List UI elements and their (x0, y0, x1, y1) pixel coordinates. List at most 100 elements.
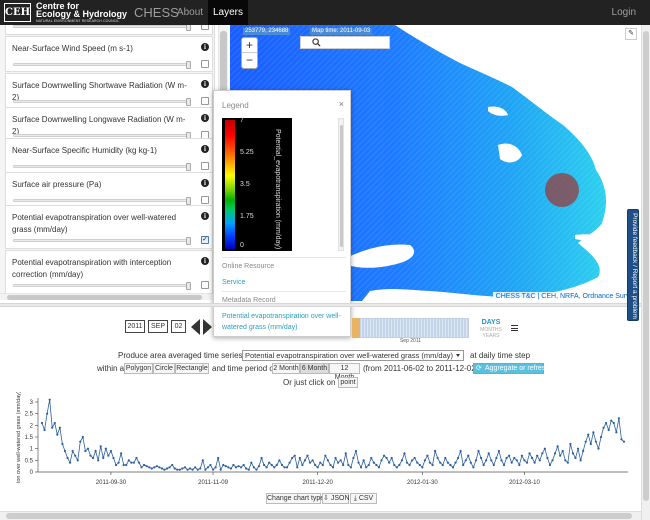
scale-years[interactable]: YEARS (480, 333, 502, 339)
opacity-slider[interactable] (13, 25, 191, 31)
y-tick-label: 0 (30, 470, 34, 476)
panel-splitter[interactable] (0, 303, 650, 307)
sidebar-hscrollbar[interactable] (0, 293, 230, 300)
slider-handle[interactable] (186, 282, 191, 290)
opacity-slider[interactable] (13, 163, 191, 171)
click-point-text: Or just click on a (283, 378, 343, 387)
layer-checkbox[interactable] (201, 60, 209, 68)
menu-icon[interactable] (511, 325, 518, 331)
logo-line2: Ecology & Hydrology (36, 9, 128, 19)
layer-checkbox[interactable] (201, 25, 209, 30)
data-point (354, 449, 358, 453)
variable-select[interactable]: Potential evapotranspiration over well-w… (242, 350, 464, 361)
opacity-slider[interactable] (13, 132, 191, 140)
data-point (89, 454, 92, 457)
json-download-button[interactable]: ⇩ JSON (322, 493, 350, 504)
data-point (250, 461, 253, 464)
data-point (155, 465, 158, 468)
nav-layers[interactable]: Layers (208, 0, 248, 25)
aggregate-button[interactable]: ⟳ Aggregate or refresh (473, 363, 549, 374)
page-hscrollbar[interactable] (0, 511, 641, 520)
slider-handle[interactable] (186, 237, 191, 245)
change-chart-type-button[interactable]: Change chart type (266, 493, 324, 504)
csv-download-button[interactable]: ⤓ CSV (350, 493, 377, 504)
opacity-slider[interactable] (13, 98, 191, 106)
opacity-slider[interactable] (13, 197, 191, 205)
previous-arrow-icon[interactable] (191, 319, 200, 335)
data-point (68, 461, 72, 464)
info-icon[interactable]: i (201, 80, 209, 88)
data-point (377, 466, 381, 469)
layer-checkbox[interactable] (201, 97, 209, 105)
data-point (462, 463, 465, 467)
info-icon[interactable]: i (201, 257, 209, 265)
point-button[interactable]: point (338, 377, 358, 388)
data-point (247, 468, 250, 471)
layer-checkbox-checked[interactable]: ✓ (201, 236, 209, 244)
period-12-month-button[interactable]: 12 Month (329, 363, 360, 381)
thames-estuary (575, 234, 610, 243)
close-icon[interactable]: × (339, 99, 344, 109)
info-icon[interactable]: i (201, 145, 209, 153)
info-icon[interactable]: i (201, 179, 209, 187)
map-area-selection[interactable] (545, 173, 579, 207)
series-line (41, 399, 625, 471)
slider-handle[interactable] (186, 98, 191, 106)
zoom-out-button[interactable]: − (242, 53, 257, 68)
next-arrow-icon[interactable] (203, 319, 212, 335)
layer-checkbox[interactable] (201, 162, 209, 170)
info-icon[interactable]: i (201, 114, 209, 122)
year-selector[interactable]: 2011 (125, 320, 145, 333)
map-attribution[interactable]: CHESS T&C | CEH, NRFA, Ordnance Survey (492, 292, 640, 301)
data-point (183, 466, 187, 469)
data-point (398, 463, 401, 467)
month-selector[interactable]: SEP (148, 320, 168, 333)
period-2-month-button[interactable]: 2 Month (272, 363, 300, 374)
page-hscroll-thumb[interactable] (6, 513, 632, 519)
data-point (219, 468, 222, 471)
nav-login[interactable]: Login (612, 0, 636, 25)
polygon-button[interactable]: Polygon (124, 363, 153, 374)
slider-handle[interactable] (186, 197, 191, 205)
service-link[interactable]: Service (222, 277, 346, 288)
data-point (40, 421, 44, 425)
legend-title: Legend (222, 101, 249, 110)
scale-days[interactable]: DAYS (480, 319, 502, 327)
slider-handle[interactable] (186, 61, 191, 69)
info-icon[interactable]: i (201, 43, 209, 51)
sidebar-hscroll-thumb[interactable] (7, 295, 202, 300)
timeline-track[interactable] (352, 318, 469, 338)
data-point (132, 461, 135, 464)
data-point (582, 449, 585, 453)
search-icon[interactable] (312, 38, 321, 47)
feedback-tab[interactable]: Provide feedback / Report a problem (627, 209, 639, 321)
opacity-slider[interactable] (13, 237, 191, 245)
circle-button[interactable]: Circle (153, 363, 175, 374)
nav-about[interactable]: About (172, 0, 208, 25)
legend-scroll-thumb[interactable] (340, 125, 343, 247)
slider-handle[interactable] (186, 163, 191, 171)
day-selector[interactable]: 02 (171, 320, 186, 333)
zoom-in-button[interactable]: + (242, 38, 257, 53)
opacity-slider[interactable] (13, 282, 191, 290)
layer-checkbox[interactable] (201, 281, 209, 289)
period-6-month-button[interactable]: 6 Month (300, 363, 329, 374)
data-point (487, 452, 490, 455)
info-icon[interactable]: i (201, 212, 209, 220)
data-point (523, 459, 526, 462)
data-point (574, 456, 577, 460)
timeline-current-marker[interactable] (352, 318, 360, 338)
slider-handle[interactable] (186, 25, 191, 31)
time-scale-selector[interactable]: DAYS MONTHS YEARS (480, 319, 502, 339)
data-point (464, 459, 467, 462)
page-scroll-thumb[interactable] (643, 31, 649, 501)
data-point (160, 467, 164, 470)
data-point (617, 417, 620, 420)
pencil-icon[interactable]: ✎ (625, 28, 637, 40)
rectangle-button[interactable]: Rectangle (175, 363, 209, 374)
data-point (214, 466, 217, 469)
opacity-slider[interactable] (13, 61, 191, 69)
page-scrollbar[interactable] (641, 25, 650, 520)
legend-scrollbar[interactable] (338, 118, 344, 251)
layer-checkbox[interactable] (201, 196, 209, 204)
